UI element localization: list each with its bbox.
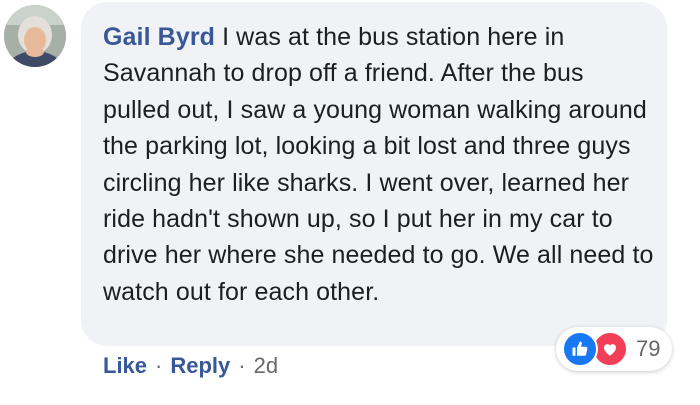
like-button[interactable]: Like: [103, 353, 147, 379]
like-reaction-icon: [562, 331, 598, 367]
comment-body: Gail Byrd I was at the bus station here …: [103, 19, 658, 310]
avatar[interactable]: [4, 5, 66, 67]
timestamp[interactable]: 2d: [254, 353, 278, 379]
reactions-summary[interactable]: 79: [556, 327, 673, 371]
reaction-count: 79: [636, 336, 661, 361]
author-name[interactable]: Gail Byrd: [103, 23, 215, 51]
avatar-photo: [4, 5, 66, 67]
thumbs-up-icon: [572, 341, 588, 356]
comment-actions: Like · Reply · 2d: [103, 353, 278, 379]
heart-icon: [604, 344, 616, 356]
separator: ·: [155, 353, 163, 378]
separator: ·: [238, 353, 246, 378]
comment-text: I was at the bus station here in Savanna…: [103, 23, 654, 306]
reply-button[interactable]: Reply: [170, 353, 230, 379]
